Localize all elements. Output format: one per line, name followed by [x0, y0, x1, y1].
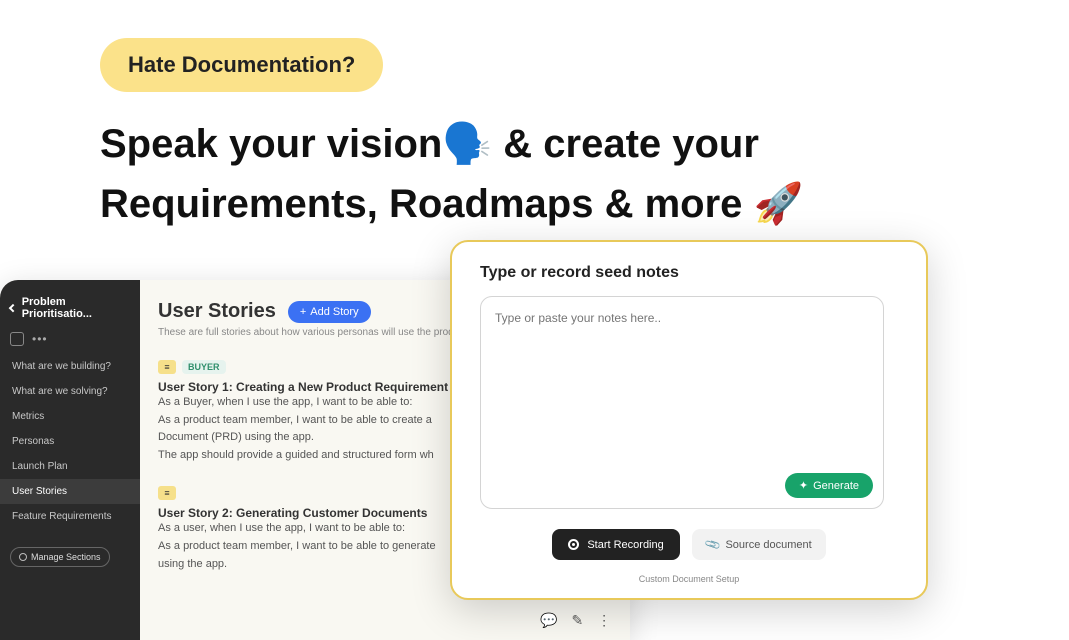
sidebar-item-3[interactable]: Personas [0, 429, 140, 454]
hero-headline: Speak your vision🗣️ & create your Requir… [100, 114, 920, 234]
sidebar-item-2[interactable]: Metrics [0, 404, 140, 429]
persona-chip: BUYER [182, 360, 226, 374]
kebab-icon[interactable]: ⋮ [597, 612, 611, 629]
source-document-label: Source document [725, 539, 811, 551]
sidebar-item-1[interactable]: What are we solving? [0, 379, 140, 404]
manage-sections-button[interactable]: Manage Sections [10, 547, 110, 567]
modal-title: Type or record seed notes [480, 264, 898, 282]
sidebar-item-6[interactable]: Feature Requirements [0, 504, 140, 529]
modal-footer: Custom Document Setup [480, 574, 898, 584]
add-story-label: Add Story [310, 306, 358, 318]
manage-sections-label: Manage Sections [31, 552, 101, 562]
add-story-button[interactable]: + Add Story [288, 301, 371, 323]
attachment-icon: 📎 [703, 535, 721, 553]
generate-button[interactable]: ✦ Generate [785, 473, 873, 498]
chevron-left-icon [9, 304, 17, 312]
seed-notes-modal: Type or record seed notes ✦ Generate Sta… [450, 240, 928, 600]
gear-icon [19, 553, 27, 561]
source-document-button[interactable]: 📎 Source document [692, 529, 826, 560]
plus-icon: + [300, 306, 306, 318]
floating-toolbar: 💬 ✎ ⋮ [540, 612, 611, 629]
notes-input[interactable] [495, 311, 869, 494]
sidebar-item-0[interactable]: What are we building? [0, 354, 140, 379]
more-icon[interactable]: ••• [32, 332, 48, 346]
hero-line2: Requirements, Roadmaps & more 🚀 [100, 174, 920, 234]
persona-badge-icon: ≡ [158, 486, 176, 500]
record-icon [568, 539, 579, 550]
project-title: Problem Prioritisatio... [22, 296, 130, 320]
persona-badge-icon: ≡ [158, 360, 176, 374]
panel-icon[interactable] [10, 332, 24, 346]
hero-pill: Hate Documentation? [100, 38, 383, 92]
start-recording-button[interactable]: Start Recording [552, 529, 679, 560]
section-title: User Stories [158, 300, 276, 323]
comment-icon[interactable]: 💬 [540, 612, 557, 629]
sidebar: Problem Prioritisatio... ••• What are we… [0, 280, 140, 640]
start-recording-label: Start Recording [587, 539, 663, 551]
sidebar-item-5[interactable]: User Stories [0, 479, 140, 504]
hero-line1: Speak your vision🗣️ & create your [100, 122, 759, 166]
sidebar-item-4[interactable]: Launch Plan [0, 454, 140, 479]
sparkle-icon: ✦ [799, 479, 808, 492]
edit-icon[interactable]: ✎ [571, 612, 583, 629]
generate-label: Generate [813, 480, 859, 492]
sidebar-header[interactable]: Problem Prioritisatio... [0, 288, 140, 328]
notes-input-container: ✦ Generate [480, 296, 884, 509]
